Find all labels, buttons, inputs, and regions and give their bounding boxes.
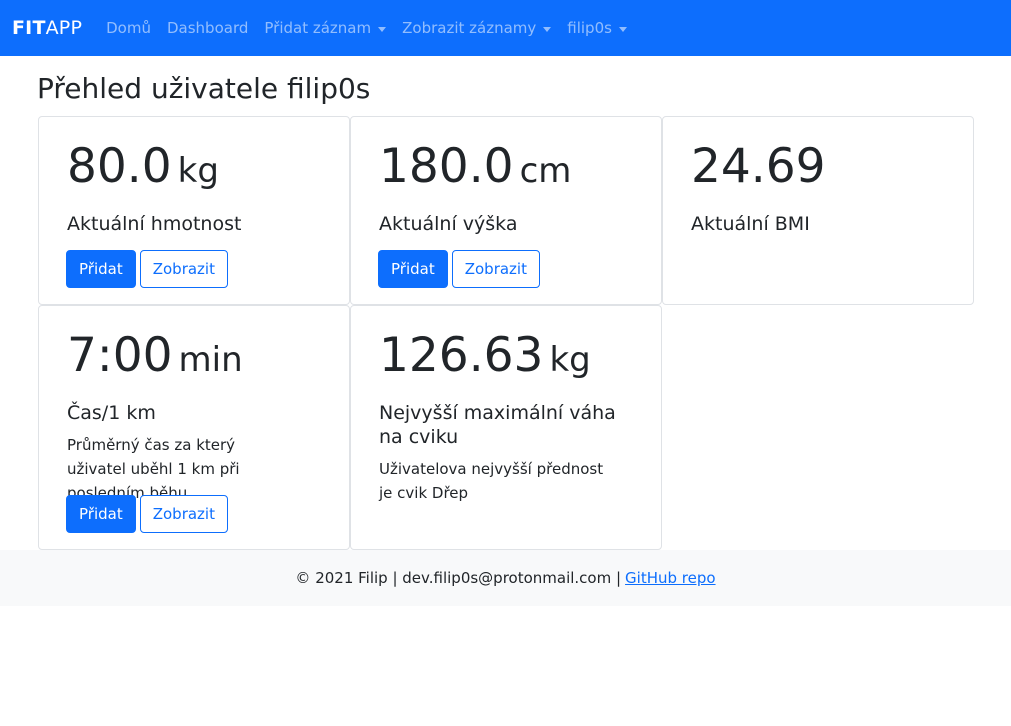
bmi-value: 24.69 — [691, 139, 826, 194]
weight-unit: kg — [177, 151, 219, 191]
caret-down-icon — [618, 26, 627, 32]
run-unit: min — [178, 340, 243, 380]
nav-user-label: filip0s — [567, 19, 612, 37]
page-title: Přehled uživatele filip0s — [37, 72, 371, 105]
height-card: 180.0 cm Aktuální výška Přidat Zobrazit — [350, 116, 662, 305]
max-weight-label: Nejvyšší maximální váha na cviku — [379, 402, 616, 448]
caret-down-icon — [378, 26, 387, 32]
max-weight-card: 126.63 kg Nejvyšší maximální váha na cvik… — [350, 305, 662, 550]
nav-add-record-dropdown[interactable]: Přidat záznam — [264, 19, 387, 37]
navbar: FITAPP Domů Dashboard Přidat záznam Zobr… — [0, 0, 1011, 56]
run-label: Čas/1 km — [67, 402, 156, 424]
max-weight-description: Uživatelova nejvyšší přednost je cvik Dř… — [379, 460, 604, 502]
weight-show-button[interactable]: Zobrazit — [139, 250, 228, 288]
weight-value: 80.0 — [67, 139, 172, 194]
height-show-button[interactable]: Zobrazit — [451, 250, 540, 288]
height-value: 180.0 — [379, 139, 514, 194]
height-actions: Přidat Zobrazit — [378, 250, 540, 288]
bmi-label: Aktuální BMI — [691, 213, 810, 235]
nav-home[interactable]: Domů — [106, 19, 151, 37]
run-value-display: 7:00 min — [67, 332, 321, 379]
height-unit: cm — [519, 151, 572, 191]
max-weight-value: 126.63 — [379, 328, 544, 383]
height-value-display: 180.0 cm — [379, 143, 633, 190]
github-repo-link[interactable]: GitHub repo — [625, 569, 716, 587]
bmi-value-display: 24.69 — [691, 143, 945, 190]
run-add-button[interactable]: Přidat — [66, 495, 136, 533]
weight-label: Aktuální hmotnost — [67, 213, 242, 235]
nav-show-records-dropdown[interactable]: Zobrazit záznamy — [402, 19, 552, 37]
footer: © 2021 Filip | dev.filip0s@protonmail.co… — [0, 550, 1011, 606]
run-actions: Přidat Zobrazit — [66, 495, 228, 533]
nav-add-record-label: Přidat záznam — [264, 19, 372, 37]
caret-down-icon — [543, 26, 552, 32]
nav-dashboard[interactable]: Dashboard — [167, 19, 248, 37]
weight-card: 80.0 kg Aktuální hmotnost Přidat Zobrazit — [38, 116, 350, 305]
height-add-button[interactable]: Přidat — [378, 250, 448, 288]
max-weight-unit: kg — [549, 340, 591, 380]
weight-add-button[interactable]: Přidat — [66, 250, 136, 288]
nav-user-dropdown[interactable]: filip0s — [567, 19, 627, 37]
bmi-card: 24.69 Aktuální BMI — [662, 116, 974, 305]
footer-text: © 2021 Filip | dev.filip0s@protonmail.co… — [295, 569, 622, 587]
run-value: 7:00 — [67, 328, 173, 383]
run-card: 7:00 min Čas/1 km Průměrný čas za který u… — [38, 305, 350, 550]
height-label: Aktuální výška — [379, 213, 518, 235]
run-show-button[interactable]: Zobrazit — [139, 495, 228, 533]
brand-rest: APP — [45, 17, 83, 39]
nav-home-label: Domů — [106, 19, 151, 37]
weight-value-display: 80.0 kg — [67, 143, 321, 190]
nav-dashboard-label: Dashboard — [166, 19, 249, 37]
weight-actions: Přidat Zobrazit — [66, 250, 228, 288]
nav-show-records-label: Zobrazit záznamy — [402, 19, 537, 37]
brand-bold: FIT — [12, 17, 46, 39]
brand-logo[interactable]: FITAPP — [12, 17, 82, 39]
max-weight-value-display: 126.63 kg — [379, 332, 633, 379]
